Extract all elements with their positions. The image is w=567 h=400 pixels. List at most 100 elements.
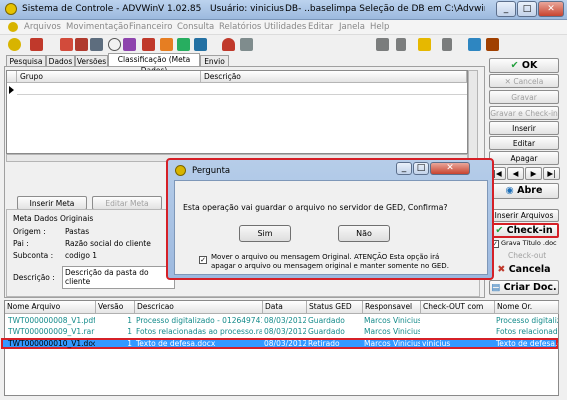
gravar-checkin-button[interactable]: Gravar e Check-in bbox=[489, 106, 559, 120]
row-nome-original: Texto de defesa.do bbox=[496, 339, 558, 348]
sim-button[interactable]: Sim bbox=[239, 225, 291, 242]
cases-icon[interactable] bbox=[75, 38, 88, 51]
menu-financeiro[interactable]: Financeiro bbox=[129, 22, 172, 32]
col-responsavel[interactable]: Responsavel bbox=[363, 301, 421, 314]
p-icon[interactable] bbox=[442, 38, 452, 51]
current-user: Usuário: vinicius bbox=[210, 4, 284, 14]
criar-doc-button[interactable]: ▤ Criar Doc. bbox=[489, 280, 559, 295]
col-data[interactable]: Data bbox=[263, 301, 307, 314]
row-responsavel: Marcos Vinicius bbox=[364, 316, 420, 325]
inserir-meta-button[interactable]: Inserir Meta bbox=[17, 196, 87, 210]
app-version: V 1.02.85 bbox=[158, 4, 202, 14]
clock-icon[interactable] bbox=[108, 38, 121, 51]
nao-button[interactable]: Não bbox=[338, 225, 390, 242]
prev-record-button[interactable]: ◀ bbox=[507, 167, 524, 180]
print-icon[interactable] bbox=[240, 38, 253, 51]
menu-consulta[interactable]: Consulta bbox=[177, 22, 214, 32]
menu-arquivos[interactable]: Arquivos bbox=[24, 22, 61, 32]
cancela-button[interactable]: ✕ Cancela bbox=[489, 74, 559, 88]
inserir-button[interactable]: Inserir bbox=[489, 121, 559, 135]
mail-icon[interactable] bbox=[194, 38, 207, 51]
col-versao[interactable]: Versão bbox=[96, 301, 135, 314]
col-nome-arquivo[interactable]: Nome Arquivo bbox=[5, 301, 96, 314]
menu-editar[interactable]: Editar bbox=[308, 22, 333, 32]
dialog-close-button[interactable]: ✕ bbox=[430, 162, 470, 175]
dialog-maximize-button[interactable]: □ bbox=[413, 162, 429, 175]
editar-meta-button[interactable]: Editar Meta bbox=[92, 196, 162, 210]
db-selection: DB- ..baselimpa Seleção de DB em C:\Advw… bbox=[285, 4, 485, 14]
ft-icon[interactable] bbox=[396, 38, 406, 51]
book-icon[interactable] bbox=[486, 38, 499, 51]
mover-original-checkbox[interactable]: ✓ bbox=[199, 256, 207, 264]
dialog-body: Esta operação vai guardar o arquivo no s… bbox=[174, 180, 488, 275]
cancela-doc-label: Cancela bbox=[508, 264, 551, 275]
col-checkout-com[interactable]: Check-OUT com bbox=[421, 301, 495, 314]
minimize-button[interactable]: _ bbox=[496, 1, 516, 17]
editar-button[interactable]: Editar bbox=[489, 136, 559, 150]
col-descricao[interactable]: Descricao bbox=[135, 301, 263, 314]
app-icon bbox=[5, 3, 17, 15]
dialog-app-icon bbox=[175, 165, 186, 176]
row-pointer-icon bbox=[9, 86, 14, 94]
inserir-arquivos-button[interactable]: Inserir Arquivos bbox=[489, 209, 559, 222]
phone-icon[interactable] bbox=[222, 38, 235, 51]
col-nome-original[interactable]: Nome Or. bbox=[495, 301, 559, 314]
checkin-icon: ✔ bbox=[495, 225, 507, 236]
subconta-label: Subconta : bbox=[13, 251, 54, 260]
grava-titulo-label: Grava Título .doc bbox=[501, 239, 557, 247]
meta-grid[interactable]: Grupo Descrição bbox=[6, 70, 468, 154]
menu-janela[interactable]: Janela bbox=[339, 22, 365, 32]
report-icon[interactable] bbox=[160, 38, 173, 51]
abre-label: Abre bbox=[517, 185, 543, 196]
row-nome: TWT000000008_V1.pdf bbox=[8, 316, 95, 325]
menu-help[interactable]: Help bbox=[370, 22, 389, 32]
ok-label: OK bbox=[521, 60, 538, 71]
menu-relatorios[interactable]: Relatórios bbox=[219, 22, 261, 32]
grid-header-descricao[interactable]: Descrição bbox=[201, 71, 467, 83]
apagar-button[interactable]: Apagar bbox=[489, 151, 559, 165]
meta-section-title: Meta Dados Originais bbox=[13, 214, 94, 223]
clients-icon[interactable] bbox=[60, 38, 73, 51]
dialog-minimize-button[interactable]: _ bbox=[396, 162, 412, 175]
menu-utilidades[interactable]: Utilidades bbox=[264, 22, 306, 32]
grid-header-grupo[interactable]: Grupo bbox=[17, 71, 201, 83]
app-logo-icon[interactable] bbox=[8, 38, 21, 51]
subconta-value: codigo 1 bbox=[65, 251, 98, 260]
row-nome: TWT000000009_V1.rar bbox=[8, 327, 95, 336]
folder-icon[interactable] bbox=[418, 38, 431, 51]
finance-icon[interactable] bbox=[142, 38, 155, 51]
maximize-button[interactable]: □ bbox=[517, 1, 537, 17]
agenda-icon[interactable] bbox=[123, 38, 136, 51]
toolbar: Ft Di P bbox=[0, 35, 567, 85]
last-record-button[interactable]: ▶| bbox=[543, 167, 560, 180]
descricao-field[interactable]: Descrição da pasta do cliente bbox=[62, 266, 175, 289]
gravar-button[interactable]: Gravar bbox=[489, 90, 559, 104]
abre-button[interactable]: ◉ Abre bbox=[489, 183, 559, 199]
row-status: Guardado bbox=[308, 327, 345, 336]
col-status-ged[interactable]: Status GED bbox=[307, 301, 363, 314]
descricao-label: Descrição : bbox=[13, 273, 55, 282]
pai-label: Pai : bbox=[13, 239, 29, 248]
mover-original-label-2: apagar o arquivo ou mensagem original e … bbox=[211, 262, 449, 270]
row-versao: 1 bbox=[127, 327, 132, 336]
dialog-title: Pergunta bbox=[192, 166, 231, 176]
row-status: Retirado bbox=[308, 339, 340, 348]
row-descricao: Texto de defesa.docx bbox=[136, 339, 216, 348]
tab-classificacao[interactable]: Classificação (Meta Dados) bbox=[108, 53, 200, 75]
contacts-icon[interactable] bbox=[376, 38, 389, 51]
checkin-button[interactable]: ✔ Check-in bbox=[489, 223, 559, 238]
tools-icon[interactable] bbox=[177, 38, 190, 51]
menu-movimentacao[interactable]: Movimentação bbox=[66, 22, 128, 32]
document-icon[interactable] bbox=[30, 38, 43, 51]
people-icon[interactable] bbox=[468, 38, 481, 51]
calendar-icon[interactable] bbox=[90, 38, 103, 51]
grid-vscrollbar[interactable] bbox=[468, 70, 478, 162]
grid-row[interactable] bbox=[17, 83, 467, 95]
next-record-button[interactable]: ▶ bbox=[525, 167, 542, 180]
row-responsavel: Marcos Vinicius bbox=[364, 327, 420, 336]
cancela-doc-button[interactable]: ✖ Cancela bbox=[489, 263, 559, 278]
origem-label: Origem : bbox=[13, 227, 46, 236]
row-responsavel: Marcos Vinicius bbox=[364, 339, 420, 348]
ok-button[interactable]: ✔ OK bbox=[489, 58, 559, 73]
close-button[interactable]: ✕ bbox=[538, 1, 564, 17]
